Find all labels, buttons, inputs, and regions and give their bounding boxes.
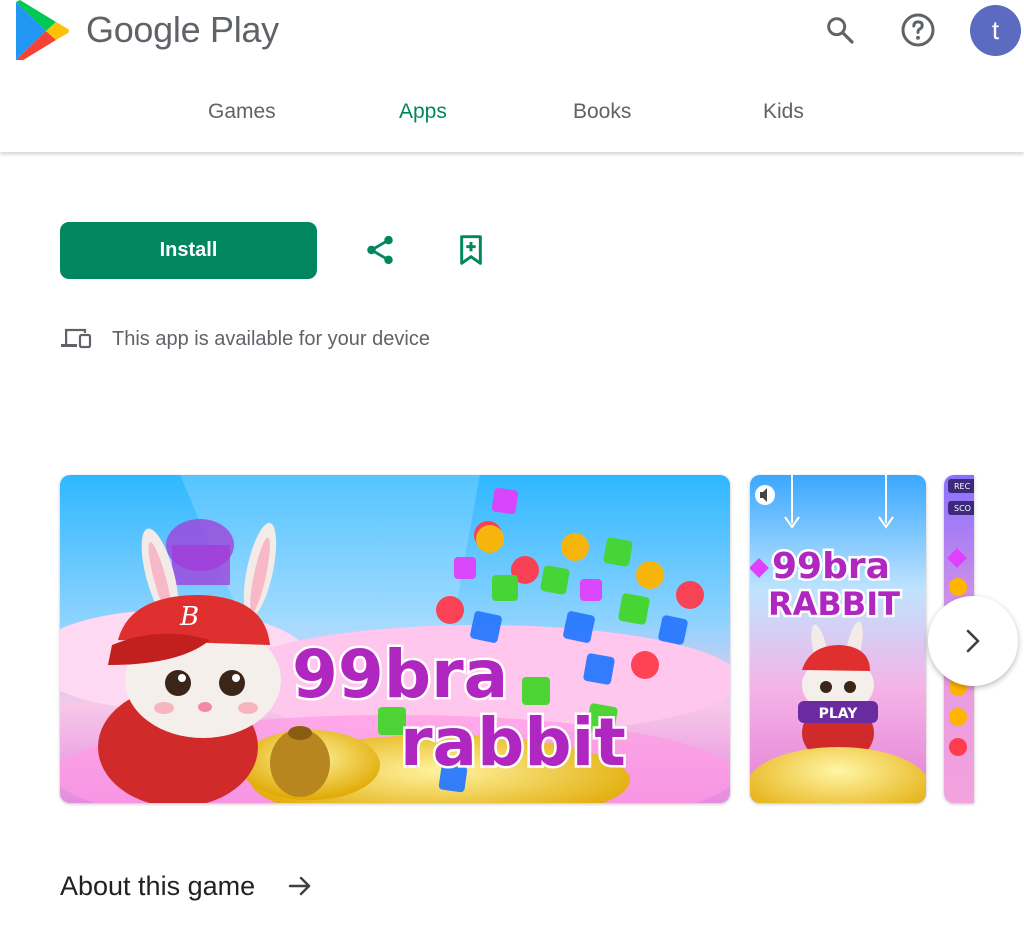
screenshot-3-label-2: SCO — [954, 504, 971, 513]
tab-apps[interactable]: Apps — [399, 100, 447, 124]
about-this-game-heading: About this game — [60, 870, 256, 901]
svg-text:B: B — [179, 602, 199, 632]
about-this-game-link[interactable]: About this game — [60, 866, 313, 906]
help-icon — [901, 13, 935, 47]
play-logo-icon[interactable] — [12, 0, 70, 62]
install-button[interactable]: Install — [60, 222, 317, 279]
tab-games[interactable]: Games — [208, 100, 276, 124]
search-button[interactable] — [818, 8, 862, 52]
screenshot-1-title-line1: 99bra — [292, 636, 508, 713]
brand-name[interactable]: Google Play — [86, 9, 279, 51]
share-icon — [367, 235, 393, 265]
share-button[interactable] — [358, 228, 402, 272]
tab-kids[interactable]: Kids — [763, 100, 804, 124]
search-icon — [827, 17, 854, 44]
category-tabs: Games Apps Books Kids — [0, 82, 1024, 142]
next-screenshot-button[interactable] — [928, 596, 1018, 686]
top-app-bar: Google Play t Games Apps Books Kids — [0, 0, 1024, 152]
add-to-wishlist-button[interactable] — [449, 228, 493, 272]
device-availability-text: This app is available for your device — [112, 327, 430, 350]
bookmark-add-icon — [460, 235, 482, 265]
tab-books[interactable]: Books — [573, 100, 631, 124]
screenshot-1[interactable]: B 99bra rabbit — [60, 475, 730, 803]
arrow-right-icon — [287, 874, 313, 898]
screenshot-3-label-1: REC — [954, 482, 971, 491]
account-avatar[interactable]: t — [970, 5, 1021, 56]
screenshot-2-title-line1: 99bra — [772, 546, 890, 587]
devices-icon — [61, 328, 92, 349]
screenshot-2-play-label: PLAY — [819, 706, 859, 722]
screenshot-2-title-line2: RABBIT — [768, 585, 900, 623]
screenshot-1-title-line2: rabbit — [400, 704, 626, 781]
screenshot-2[interactable]: 99bra RABBIT PLAY — [750, 475, 926, 803]
help-button[interactable] — [896, 8, 940, 52]
device-availability: This app is available for your device — [60, 324, 430, 354]
chevron-right-icon — [966, 629, 980, 653]
